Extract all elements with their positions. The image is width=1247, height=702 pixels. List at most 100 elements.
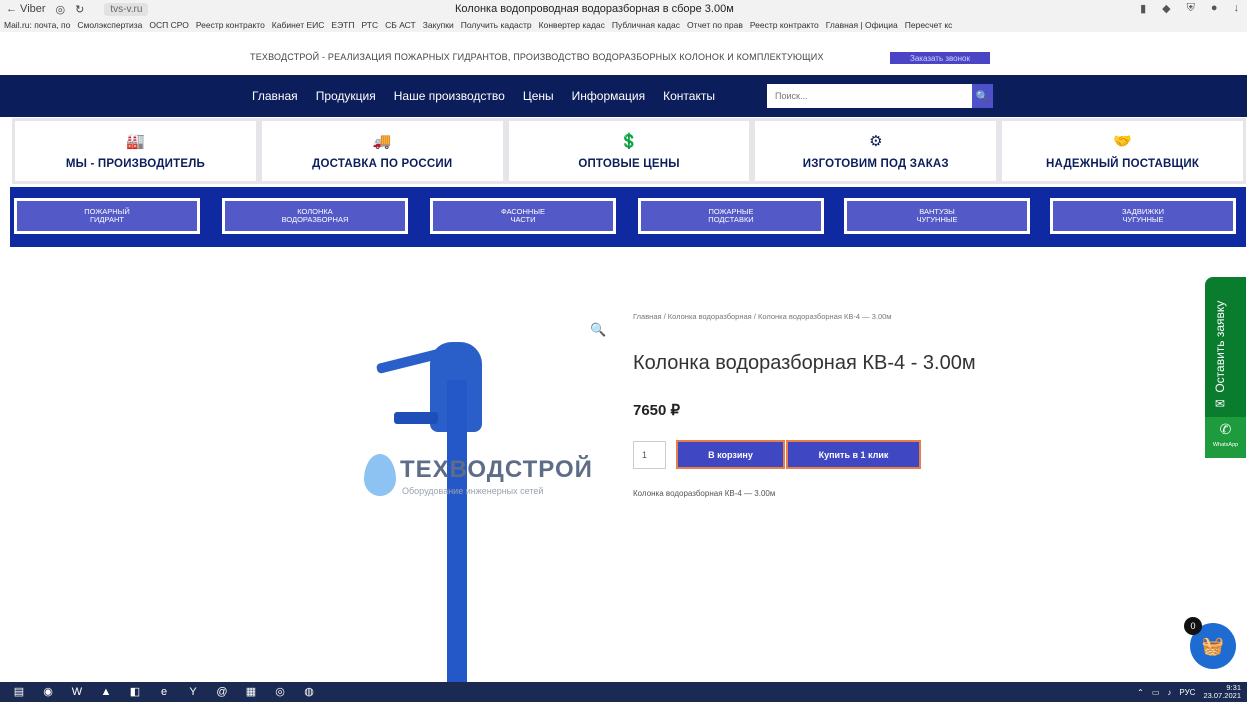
bookmark-item[interactable]: Mail.ru: почта, по [4,20,70,30]
bookmark-item[interactable]: Публичная кадас [612,20,680,30]
add-to-cart-button[interactable]: В корзину [676,440,785,469]
bookmark-item[interactable]: РТС [362,20,379,30]
acrobat-icon[interactable]: ▲ [99,685,113,699]
shield-icon[interactable]: ⛨ [1187,2,1195,15]
taskbar-apps: ▤ ◉ W ▲ ◧ e Y @ ▦ ◎ ◍ [12,685,316,699]
site-tagline: ТЕХВОДСТРОЙ - РЕАЛИЗАЦИЯ ПОЖАРНЫХ ГИДРАН… [250,52,824,62]
feature-supplier[interactable]: 🤝 НАДЕЖНЫЙ ПОСТАВЩИК [999,118,1246,184]
profile-icon[interactable]: ● [1211,2,1218,15]
category-label: ЧАСТИ [510,215,536,224]
category-air-valves[interactable]: ВАНТУЗЫ ЧУГУННЫЕ [844,198,1030,234]
word-icon[interactable]: W [70,685,84,699]
bookmark-item[interactable]: Закупки [423,20,454,30]
feature-label: ОПТОВЫЕ ЦЕНЫ [578,158,680,170]
truck-icon: 🚚 [372,133,392,150]
feature-label: ИЗГОТОВИМ ПОД ЗАКАЗ [802,158,949,170]
zoom-icon[interactable]: 🔍 [590,322,606,338]
reload-icon[interactable]: ↻ [75,3,84,16]
nav-item-contacts[interactable]: Контакты [663,89,715,103]
tray-chevron-icon[interactable]: ⌃ [1137,688,1144,697]
bookmarks-bar: Mail.ru: почта, по Смолэкспертиза ОСП СРО Р… [0,18,1247,32]
nav-item-home[interactable]: Главная [252,89,298,103]
nav-item-products[interactable]: Продукция [316,89,376,103]
chat-icon[interactable]: ◉ [41,685,55,699]
bookmark-item[interactable]: ОСП СРО [149,20,188,30]
product-image-pipe [447,380,467,682]
nav-item-production[interactable]: Наше производство [394,89,505,103]
category-column[interactable]: КОЛОНКА ВОДОРАЗБОРНАЯ [222,198,408,234]
extension-icon[interactable]: ◆ [1162,2,1170,15]
search-box: 🔍 [767,84,993,108]
bookmark-item[interactable]: Отчет по прав [687,20,743,30]
breadcrumb[interactable]: Главная / Колонка водоразборная / Колонк… [633,312,891,321]
back-button[interactable]: ← Viber [6,3,46,15]
feature-custom[interactable]: ⚙ ИЗГОТОВИМ ПОД ЗАКАЗ [752,118,1000,184]
viber-app-icon[interactable]: ◎ [273,685,287,699]
site-header: ТЕХВОДСТРОЙ - РЕАЛИЗАЦИЯ ПОЖАРНЫХ ГИДРАН… [0,32,1247,75]
feature-delivery[interactable]: 🚚 ДОСТАВКА ПО РОССИИ [258,118,506,184]
whatsapp-button[interactable]: ✆ WhatsApp [1205,417,1246,458]
nav-item-prices[interactable]: Цены [523,89,554,103]
bookmark-item[interactable]: Смолэкспертиза [77,20,142,30]
at-sign-icon[interactable]: @ [215,685,229,699]
category-fittings[interactable]: ФАСОННЫЕ ЧАСТИ [430,198,616,234]
product-image-spout [394,412,438,424]
search-input[interactable] [767,84,972,108]
category-stands[interactable]: ПОЖАРНЫЕ ПОДСТАВКИ [638,198,824,234]
chrome-icon[interactable]: ◍ [302,685,316,699]
whatsapp-label: WhatsApp [1212,442,1239,448]
leave-request-tab[interactable]: ✉ Оставить заявку [1205,277,1246,417]
edge-icon[interactable]: e [157,685,171,699]
category-hydrant[interactable]: ПОЖАРНЫЙ ГИДРАНТ [14,198,200,234]
system-tray: ⌃ ▭ ♪ РУС 9:31 23.07.2021 [1137,684,1241,700]
product-short-description: Колонка водоразборная КВ-4 — 3.00м [633,489,776,498]
yandex-icon[interactable]: Y [186,685,200,699]
address-bar[interactable]: tvs-v.ru [104,2,149,16]
notepad-icon[interactable]: ▦ [244,685,258,699]
bookmark-item[interactable]: Главная | Официа [826,20,898,30]
browser-tab-row: ← Viber ◎ ↻ tvs-v.ru Колонка водопроводн… [0,0,1247,18]
volume-icon[interactable]: ♪ [1167,688,1171,697]
category-label: ЧУГУННЫЕ [1122,215,1164,224]
viber-icon[interactable]: ◎ [56,3,66,16]
category-gate-valves[interactable]: ЗАДВИЖКИ ЧУГУННЫЕ [1050,198,1236,234]
whatsapp-icon: ✆ [1219,421,1232,437]
search-icon: 🔍 [975,90,990,103]
basket-icon: 🧺 [1201,636,1225,656]
browser-chrome: ← Viber ◎ ↻ tvs-v.ru Колонка водопроводн… [0,0,1247,32]
buy-one-click-button[interactable]: Купить в 1 клик [786,440,921,469]
category-label: ГИДРАНТ [89,215,125,224]
bookmark-item[interactable]: Пересчет кс [905,20,953,30]
feature-label: МЫ - ПРОИЗВОДИТЕЛЬ [65,158,205,170]
feature-wholesale[interactable]: 💲 ОПТОВЫЕ ЦЕНЫ [505,118,753,184]
tab-title: Колонка водопроводная водоразборная в сб… [455,3,734,15]
product-title: Колонка водоразборная КВ-4 - 3.00м [633,352,976,374]
category-label: ПОДСТАВКИ [708,215,754,224]
water-drop-logo [364,454,396,496]
watermark-subtitle: Оборудование инженерных сетей [402,486,544,496]
category-label: ВОДОРАЗБОРНАЯ [281,215,349,224]
bookmark-item[interactable]: Кабинет ЕИС [272,20,325,30]
bookmark-item[interactable]: Реестр контракто [196,20,265,30]
file-explorer-icon[interactable]: ▤ [12,685,26,699]
feature-manufacturer[interactable]: 🏭 МЫ - ПРОИЗВОДИТЕЛЬ [12,118,259,184]
bookmark-item[interactable]: Получить кадастр [461,20,532,30]
callback-button[interactable]: Заказать звонок [890,52,990,64]
category-bar: ПОЖАРНЫЙ ГИДРАНТ КОЛОНКА ВОДОРАЗБОРНАЯ ФАС… [10,187,1246,247]
bookmark-item[interactable]: Конвертер кадас [539,20,605,30]
language-indicator[interactable]: РУС [1179,688,1195,697]
search-button[interactable]: 🔍 [972,84,993,108]
download-icon[interactable]: ↓ [1234,2,1240,15]
network-icon[interactable]: ▭ [1152,688,1160,697]
bookmark-item[interactable]: ЕЭТП [331,20,354,30]
watermark-brand: ТЕХВОДСТРОЙ [400,456,593,483]
quantity-input[interactable] [633,441,666,469]
nav-item-info[interactable]: Информация [572,89,645,103]
bookmark-icon[interactable]: ▮ [1140,2,1146,15]
handshake-icon: 🤝 [1113,133,1132,150]
bookmark-item[interactable]: Реестр контракто [750,20,819,30]
office-icon[interactable]: ◧ [128,685,142,699]
feature-label: НАДЕЖНЫЙ ПОСТАВЩИК [1046,158,1200,170]
clock[interactable]: 9:31 23.07.2021 [1203,684,1241,700]
bookmark-item[interactable]: СБ АСТ [385,20,416,30]
